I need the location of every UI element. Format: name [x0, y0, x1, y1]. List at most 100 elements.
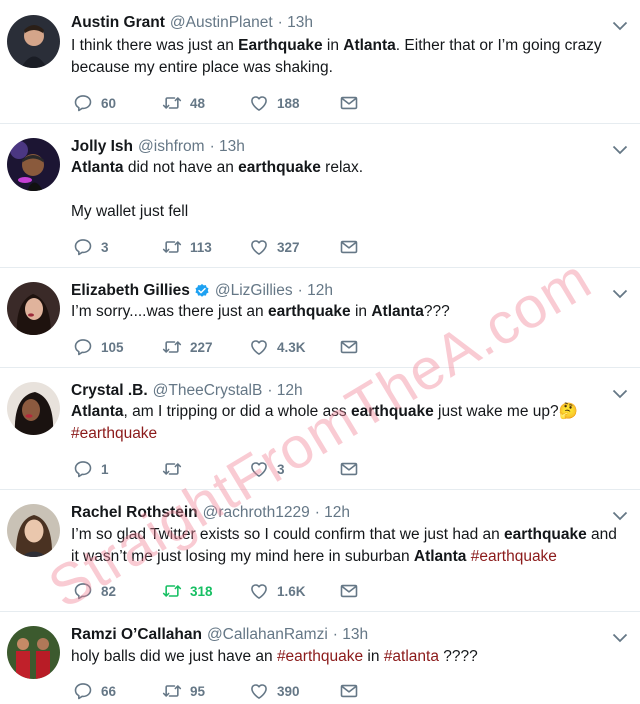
- author-name[interactable]: Rachel Rothstein: [71, 504, 198, 522]
- envelope-icon: [340, 584, 358, 598]
- tweet[interactable]: Elizabeth Gillies @LizGillies · 12h I’m …: [0, 268, 640, 368]
- tweet-time[interactable]: · 12h: [315, 504, 350, 522]
- tweet-header: Austin Grant @AustinPlanet · 13h: [71, 14, 600, 32]
- like-button[interactable]: 1.6K: [249, 581, 306, 601]
- direct-message-button[interactable]: [339, 459, 359, 479]
- tweet-actions: 66 95 390: [73, 681, 393, 701]
- like-button[interactable]: 327: [249, 237, 300, 257]
- direct-message-button[interactable]: [339, 93, 359, 113]
- chevron-down-icon[interactable]: [612, 633, 628, 643]
- retweet-icon: [162, 585, 182, 597]
- author-name[interactable]: Austin Grant: [71, 14, 165, 32]
- retweet-icon: [162, 97, 182, 109]
- chevron-down-icon[interactable]: [612, 389, 628, 399]
- avatar[interactable]: [7, 138, 60, 191]
- retweet-count: 95: [190, 683, 206, 699]
- tweet[interactable]: Crystal .B. @TheeCrystalB · 12h Atlanta,…: [0, 368, 640, 490]
- chevron-down-icon[interactable]: [612, 289, 628, 299]
- like-button[interactable]: 390: [249, 681, 300, 701]
- reply-count: 105: [101, 339, 124, 355]
- avatar[interactable]: [7, 282, 60, 335]
- retweet-count: 48: [190, 95, 206, 111]
- author-handle[interactable]: @ishfrom: [138, 138, 205, 156]
- reply-button[interactable]: 3: [73, 237, 109, 257]
- envelope-icon: [340, 340, 358, 354]
- tweet-text-segment: I’m so glad Twitter exists so I could co…: [71, 526, 505, 543]
- retweet-button[interactable]: [162, 459, 190, 479]
- reply-button[interactable]: 105: [73, 337, 124, 357]
- like-button[interactable]: 188: [249, 93, 300, 113]
- retweet-button[interactable]: 227: [162, 337, 213, 357]
- avatar[interactable]: [7, 504, 60, 557]
- tweet[interactable]: Ramzi O’Callahan @CallahanRamzi · 13h ho…: [0, 612, 640, 704]
- hashtag-link[interactable]: #earthquake: [471, 548, 557, 565]
- reply-button[interactable]: 82: [73, 581, 116, 601]
- tweet-time[interactable]: · 12h: [267, 382, 302, 400]
- author-handle[interactable]: @AustinPlanet: [170, 14, 273, 32]
- like-button[interactable]: 3: [249, 459, 285, 479]
- retweet-button[interactable]: 113: [162, 237, 212, 257]
- tweet-time[interactable]: · 13h: [278, 14, 313, 32]
- author-handle[interactable]: @CallahanRamzi: [207, 626, 328, 644]
- tweet-text-segment: I think there was just an: [71, 37, 239, 54]
- tweet-text-segment: , am I tripping or did a whole ass: [123, 403, 351, 420]
- tweet-text-segment: I’m sorry....was there just an: [71, 303, 268, 320]
- chevron-down-icon[interactable]: [612, 511, 628, 521]
- tweet-paragraph: holy balls did we just have an #earthqua…: [71, 646, 626, 668]
- hashtag-link[interactable]: #earthquake: [277, 648, 363, 665]
- tweet[interactable]: Rachel Rothstein @rachroth1229 · 12h I’m…: [0, 490, 640, 612]
- avatar[interactable]: [7, 15, 60, 68]
- tweet-actions: 105 227 4.3K: [73, 337, 393, 357]
- heart-icon: [251, 584, 267, 599]
- reply-button[interactable]: 60: [73, 93, 116, 113]
- author-handle[interactable]: @LizGillies: [215, 282, 293, 300]
- tweet-text-segment: ???: [423, 303, 450, 320]
- tweet[interactable]: Jolly Ish @ishfrom · 13h Atlanta did not…: [0, 124, 640, 268]
- author-name[interactable]: Jolly Ish: [71, 138, 133, 156]
- tweet-text: I think there was just an Earthquake in …: [71, 35, 626, 79]
- direct-message-button[interactable]: [339, 237, 359, 257]
- author-name[interactable]: Ramzi O’Callahan: [71, 626, 202, 644]
- tweet-text: I’m so glad Twitter exists so I could co…: [71, 524, 626, 568]
- reply-icon: [74, 339, 92, 356]
- retweet-button[interactable]: 95: [162, 681, 205, 701]
- heart-icon: [251, 340, 267, 355]
- tweet-time[interactable]: · 12h: [298, 282, 333, 300]
- direct-message-button[interactable]: [339, 337, 359, 357]
- tweet-text-segment: relax.: [320, 159, 364, 176]
- author-name[interactable]: Elizabeth Gillies: [71, 282, 190, 300]
- author-handle[interactable]: @TheeCrystalB: [153, 382, 263, 400]
- tweet-paragraph: I think there was just an Earthquake in …: [71, 35, 626, 79]
- tweet-time[interactable]: · 13h: [210, 138, 245, 156]
- tweet-header: Ramzi O’Callahan @CallahanRamzi · 13h: [71, 626, 600, 644]
- hashtag-link[interactable]: #atlanta: [384, 648, 439, 665]
- retweet-button[interactable]: 318: [162, 581, 213, 601]
- avatar[interactable]: [7, 626, 60, 679]
- author-handle[interactable]: @rachroth1229: [203, 504, 310, 522]
- like-button[interactable]: 4.3K: [249, 337, 306, 357]
- search-term-highlight: earthquake: [267, 303, 351, 320]
- hashtag-link[interactable]: #earthquake: [71, 425, 157, 442]
- tweet-time[interactable]: · 13h: [333, 626, 368, 644]
- search-term-highlight: earthquake: [351, 403, 434, 420]
- reply-button[interactable]: 1: [73, 459, 109, 479]
- reply-button[interactable]: 66: [73, 681, 116, 701]
- tweet-text-segment: in: [363, 648, 384, 665]
- reply-count: 82: [101, 583, 117, 599]
- search-term-highlight: Atlanta: [343, 37, 396, 54]
- direct-message-button[interactable]: [339, 681, 359, 701]
- search-term-highlight: Atlanta: [371, 303, 424, 320]
- direct-message-button[interactable]: [339, 581, 359, 601]
- avatar[interactable]: [7, 382, 60, 435]
- tweet[interactable]: Austin Grant @AustinPlanet · 13h I think…: [0, 0, 640, 124]
- retweet-button[interactable]: 48: [162, 93, 205, 113]
- tweet-actions: 82 318 1.6K: [73, 581, 393, 601]
- tweet-header: Crystal .B. @TheeCrystalB · 12h: [71, 382, 600, 400]
- retweet-icon: [162, 241, 182, 253]
- author-name[interactable]: Crystal .B.: [71, 382, 148, 400]
- chevron-down-icon[interactable]: [612, 145, 628, 155]
- reply-count: 66: [101, 683, 117, 699]
- tweet-paragraph: I’m so glad Twitter exists so I could co…: [71, 524, 626, 568]
- tweet-paragraph: Atlanta did not have an earthquake relax…: [71, 157, 626, 179]
- chevron-down-icon[interactable]: [612, 21, 628, 31]
